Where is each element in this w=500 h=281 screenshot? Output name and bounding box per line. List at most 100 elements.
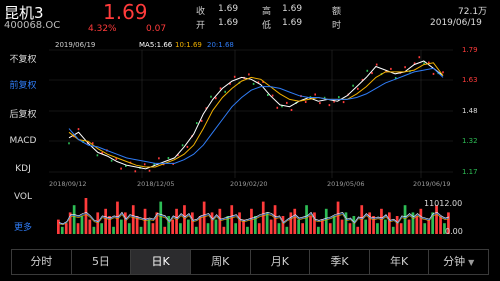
x-tick-label: 2018/12/05 xyxy=(137,180,174,188)
volume-bar xyxy=(139,226,143,234)
candle xyxy=(186,145,189,148)
volume-bar xyxy=(76,223,80,234)
volume-bar xyxy=(246,226,249,234)
volume-bar xyxy=(384,219,387,234)
candle xyxy=(271,94,274,97)
y-tick-label: 1.63 xyxy=(462,76,478,84)
volume-bar xyxy=(407,219,411,234)
sidebar-item-kdj[interactable]: KDJ xyxy=(0,164,46,174)
candle xyxy=(338,96,340,99)
volume-bar xyxy=(84,198,88,234)
x-tick-label: 2019/06/19 xyxy=(413,180,450,188)
high-label: 高 xyxy=(262,7,272,17)
volume-bar xyxy=(183,205,186,234)
amount-label: 额 xyxy=(332,7,342,17)
volume-bar xyxy=(234,223,237,234)
candle xyxy=(196,122,198,125)
volume-bar xyxy=(57,219,60,234)
candle xyxy=(357,87,359,90)
tab-5day[interactable]: 5日 xyxy=(72,250,132,274)
volume-bar xyxy=(391,226,395,234)
volume-bar xyxy=(309,216,312,234)
volume-bar xyxy=(250,208,253,234)
sidebar-item-backward-adjust[interactable]: 后复权 xyxy=(0,107,46,120)
open-value: 1.69 xyxy=(218,18,239,28)
volume-bar xyxy=(281,216,285,234)
candle xyxy=(68,142,70,145)
x-tick-label: 2018/09/12 xyxy=(49,180,86,188)
volume-bar xyxy=(72,205,76,234)
candle xyxy=(442,71,444,74)
chevron-down-icon: ▼ xyxy=(468,258,475,267)
candle xyxy=(110,159,113,162)
candle xyxy=(286,101,288,104)
volume-bar xyxy=(277,223,281,234)
volume-bar xyxy=(127,223,131,234)
indicator-sidebar: 不复权 前复权 后复权 MACD KDJ VOL 更多 xyxy=(0,38,46,244)
volume-bar xyxy=(143,208,147,234)
volume-bar xyxy=(305,205,308,234)
volume-bar xyxy=(380,208,383,234)
volume-bar xyxy=(356,226,360,234)
candle xyxy=(418,56,421,59)
tab-yearly-k[interactable]: 年K xyxy=(370,250,430,274)
volume-bar xyxy=(206,223,210,234)
volume-bar xyxy=(80,216,84,234)
volume-bar xyxy=(435,205,438,234)
quote-header: 昆机3 400068.OC 1.69 4.32% 0.07 收 1.69 高 1… xyxy=(0,0,500,36)
candle xyxy=(290,109,293,111)
volume-bar xyxy=(96,212,100,234)
candle xyxy=(276,106,279,109)
volume-max-label: 11012.00 xyxy=(424,199,462,208)
sidebar-item-no-adjust[interactable]: 不复权 xyxy=(0,52,46,65)
time-label: 时 xyxy=(332,21,342,31)
candle xyxy=(224,90,226,93)
sidebar-item-more[interactable]: 更多 xyxy=(0,220,46,233)
tab-intraday[interactable]: 分时 xyxy=(12,250,72,274)
volume-bar xyxy=(328,223,332,234)
candle xyxy=(267,94,269,96)
tab-weekly-k[interactable]: 周K xyxy=(191,250,251,274)
candle xyxy=(219,87,222,90)
volume-bar xyxy=(269,219,273,234)
volume-bar xyxy=(104,208,107,234)
volume-bar xyxy=(344,212,348,234)
tab-monthly-k[interactable]: 月K xyxy=(251,250,311,274)
volume-bar xyxy=(124,212,127,234)
volume-bar xyxy=(313,212,316,234)
volume-bar xyxy=(218,208,222,234)
volume-bar xyxy=(238,212,241,234)
volume-bar xyxy=(202,201,206,234)
candle xyxy=(134,170,137,173)
volume-bar xyxy=(321,219,324,234)
volume-bar xyxy=(151,223,155,234)
volume-bar xyxy=(88,219,92,234)
candle xyxy=(390,67,392,70)
volume-bar xyxy=(191,212,194,234)
candle xyxy=(120,167,122,170)
chart-date: 2019/06/19 xyxy=(55,41,95,49)
volume-bar xyxy=(131,205,135,234)
candle xyxy=(167,157,170,159)
volume-bar xyxy=(64,223,68,234)
candle xyxy=(375,63,378,66)
candle xyxy=(252,82,255,85)
tab-minute[interactable]: 分钟 ▼ xyxy=(429,250,488,274)
y-tick-label: 1.79 xyxy=(462,46,478,54)
candle xyxy=(371,72,373,75)
volume-bar xyxy=(388,212,391,234)
period-tabs: 分时 5日 日K 周K 月K 季K 年K 分钟 ▼ xyxy=(11,249,489,275)
volume-bar xyxy=(147,219,151,234)
kline-chart[interactable]: 2019/06/19 MA5:1.66 10:1.69 20:1.68 1.79… xyxy=(47,38,497,246)
sidebar-item-forward-adjust[interactable]: 前复权 xyxy=(0,78,46,91)
sidebar-item-macd[interactable]: MACD xyxy=(0,136,46,146)
volume-bar xyxy=(415,216,419,234)
tab-quarterly-k[interactable]: 季K xyxy=(310,250,370,274)
volume-bar xyxy=(340,219,344,234)
candle xyxy=(215,97,217,100)
candle xyxy=(143,163,146,166)
tab-daily-k[interactable]: 日K xyxy=(131,250,191,274)
candle xyxy=(158,157,160,160)
volume-bar xyxy=(419,208,423,234)
sidebar-item-vol[interactable]: VOL xyxy=(0,192,46,202)
